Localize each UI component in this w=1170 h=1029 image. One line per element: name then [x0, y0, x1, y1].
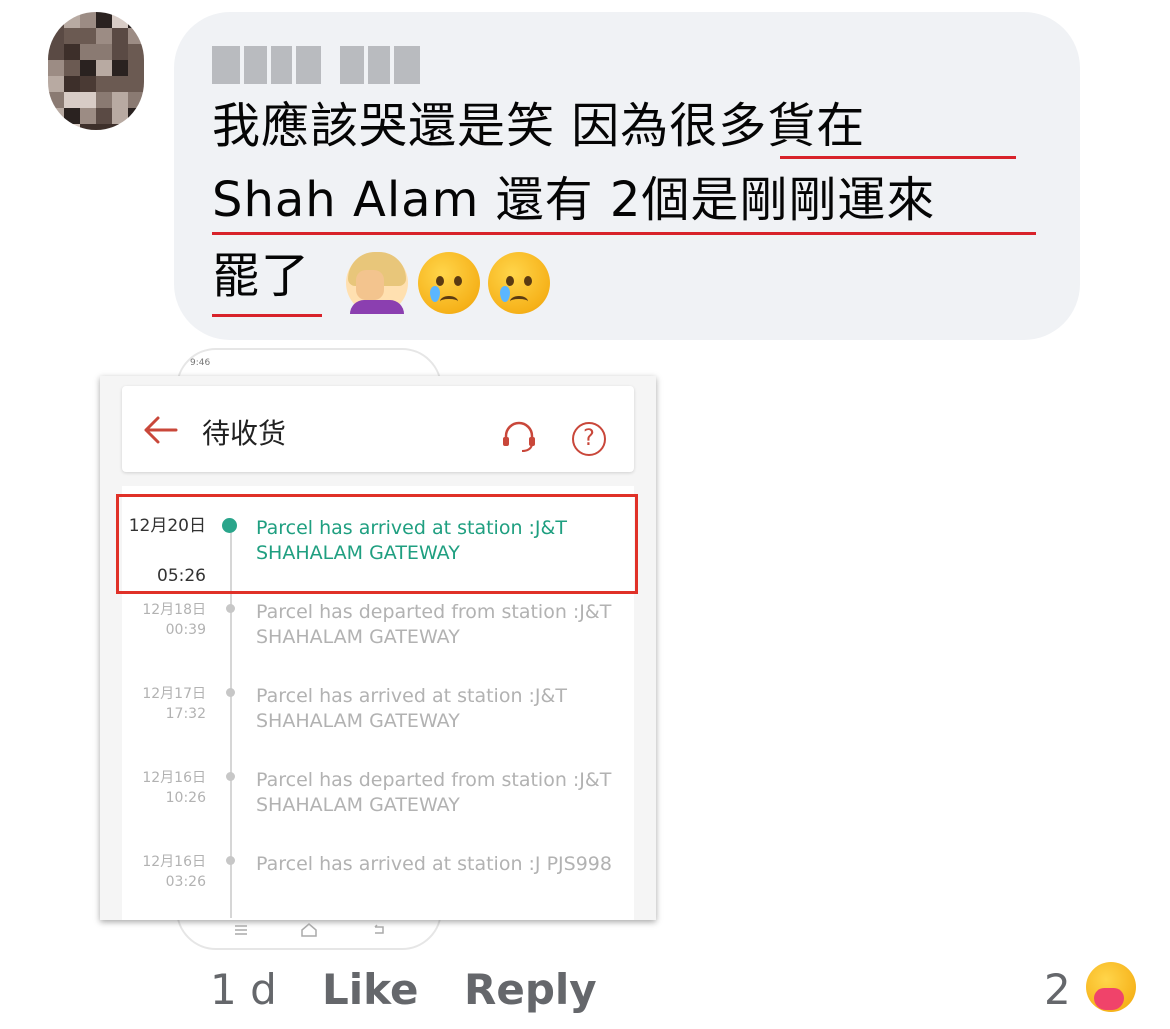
nav-menu-icon [235, 925, 247, 935]
event-message: Parcel has departed from station :J&T SH… [256, 769, 612, 816]
underline-1 [780, 156, 1016, 159]
crying-face-icon [488, 252, 550, 314]
timeline-dot [226, 604, 235, 613]
underline-3 [212, 314, 322, 317]
event-message: Parcel has arrived at station :J&T SHAHA… [256, 685, 567, 732]
event-time: 00:39 [165, 622, 206, 638]
event-time: 10:26 [165, 790, 206, 806]
attached-screenshot[interactable]: 待收货 ? 12月20日 05:26 Parcel has arrived at… [100, 376, 656, 920]
like-button[interactable]: Like [322, 962, 418, 1018]
comment-text-line-1: 我應該哭還是笑 因為很多貨在 [212, 98, 866, 154]
comment-text-line-2: Shah Alam 還有 2個是剛剛運來 [212, 172, 936, 228]
crying-face-icon [418, 252, 480, 314]
highlight-box [116, 494, 638, 594]
care-emoji-icon[interactable] [1086, 962, 1136, 1012]
event-time: 03:26 [165, 874, 206, 890]
event-date: 12月17日 [142, 686, 206, 702]
reaction-count[interactable]: 2 [1044, 962, 1071, 1018]
page-title: 待收货 [202, 417, 287, 450]
event-message: Parcel has arrived at station :J PJS998 [256, 853, 612, 875]
question-circle-icon[interactable]: ? [572, 422, 606, 456]
comment-text-line-3: 罷了 [212, 248, 311, 304]
app-bar: 待收货 ? [122, 386, 634, 472]
nav-home-icon [301, 923, 317, 937]
reply-button[interactable]: Reply [464, 962, 597, 1018]
event-date: 12月16日 [142, 854, 206, 870]
facepalm-emoji-icon [346, 252, 408, 314]
event-date: 12月16日 [142, 770, 206, 786]
timeline-dot [226, 688, 235, 697]
event-time: 17:32 [165, 706, 206, 722]
avatar[interactable] [48, 12, 144, 130]
comment-age[interactable]: 1 d [210, 962, 277, 1018]
comment-author-name[interactable] [212, 46, 420, 84]
status-time: 9:46 [190, 358, 211, 368]
underline-2 [212, 232, 1036, 235]
timeline-dot [226, 856, 235, 865]
timeline-dot [226, 772, 235, 781]
arrow-left-icon[interactable] [140, 410, 180, 450]
event-date: 12月18日 [142, 602, 206, 618]
nav-back-icon [374, 924, 384, 934]
headset-icon[interactable] [500, 420, 538, 454]
event-message: Parcel has departed from station :J&T SH… [256, 601, 612, 648]
